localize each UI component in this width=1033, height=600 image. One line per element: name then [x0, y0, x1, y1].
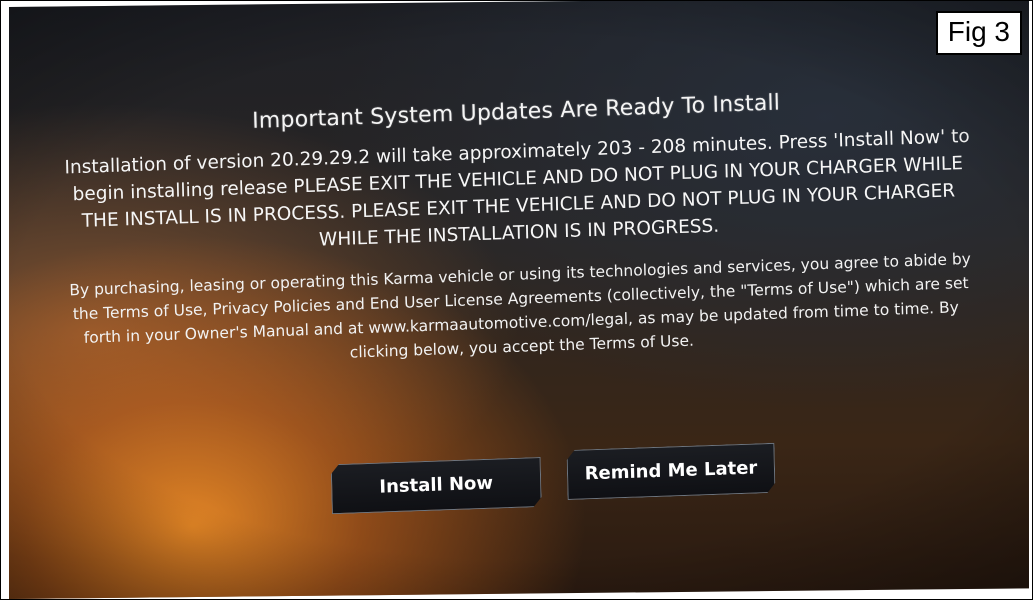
remind-me-later-button[interactable]: Remind Me Later	[566, 443, 775, 500]
dialog-buttons: Install Now Remind Me Later	[35, 434, 1016, 528]
vehicle-screen: Important System Updates Are Ready To In…	[9, 1, 1029, 599]
terms-notice: By purchasing, leasing or operating this…	[69, 249, 972, 362]
update-dialog: Important System Updates Are Ready To In…	[26, 83, 1012, 376]
install-now-button[interactable]: Install Now	[331, 457, 542, 514]
dialog-body: Installation of version 20.29.29.2 will …	[64, 125, 970, 251]
figure-frame: Important System Updates Are Ready To In…	[0, 0, 1033, 600]
figure-label: Fig 3	[935, 11, 1022, 55]
